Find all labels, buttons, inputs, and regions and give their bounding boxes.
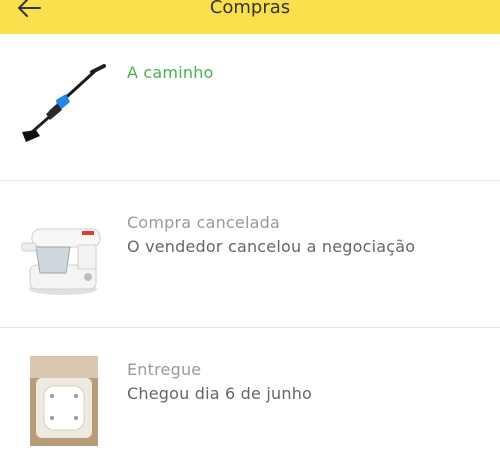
product-thumbnail — [18, 209, 108, 299]
product-thumbnail — [30, 356, 98, 446]
top-app-bar: Compras — [0, 0, 500, 34]
purchase-item[interactable]: Compra cancelada O vendedor cancelou a n… — [0, 181, 500, 328]
purchase-status: Compra cancelada — [127, 213, 280, 232]
purchase-item[interactable]: Entregue Chegou dia 6 de junho — [0, 328, 500, 474]
purchase-status: A caminho — [127, 63, 214, 82]
vacuum-cleaner-image — [22, 64, 106, 142]
purchase-description: O vendedor cancelou a negociação — [127, 237, 416, 256]
bathtub-image — [30, 356, 98, 446]
purchase-status: Entregue — [127, 360, 202, 379]
page-title: Compras — [209, 0, 291, 18]
purchase-description: Chegou dia 6 de junho — [127, 384, 313, 403]
product-thumbnail — [18, 60, 108, 150]
purchase-item[interactable]: A caminho — [0, 34, 500, 181]
purchases-list: A caminho Compra cancelada O vendedor ca… — [0, 34, 500, 474]
stand-mixer-image — [21, 228, 101, 295]
